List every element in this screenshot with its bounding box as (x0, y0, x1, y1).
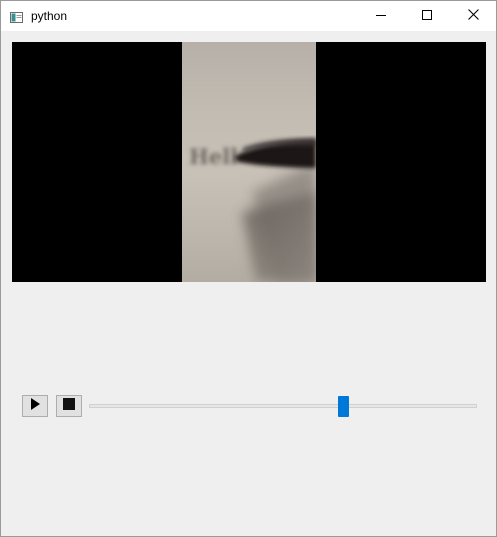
slider-handle[interactable] (338, 396, 349, 417)
position-slider[interactable] (89, 396, 477, 417)
stop-button[interactable] (56, 395, 82, 417)
video-frame: Hell (182, 42, 316, 282)
video-widget[interactable]: Hell (12, 42, 486, 282)
title-bar[interactable]: python (1, 1, 496, 31)
close-button[interactable] (450, 1, 496, 31)
video-handwriting: Hell (189, 144, 238, 169)
maximize-icon (422, 7, 432, 25)
play-button[interactable] (22, 395, 48, 417)
slider-groove[interactable] (89, 404, 477, 408)
stop-icon (63, 397, 75, 415)
window-title: python (31, 9, 68, 23)
minimize-icon (376, 7, 386, 25)
maximize-button[interactable] (404, 1, 450, 31)
app-window: python Hell (0, 0, 497, 537)
minimize-button[interactable] (358, 1, 404, 31)
close-icon (467, 7, 479, 25)
python-window-icon (10, 10, 23, 23)
play-icon (29, 397, 41, 415)
